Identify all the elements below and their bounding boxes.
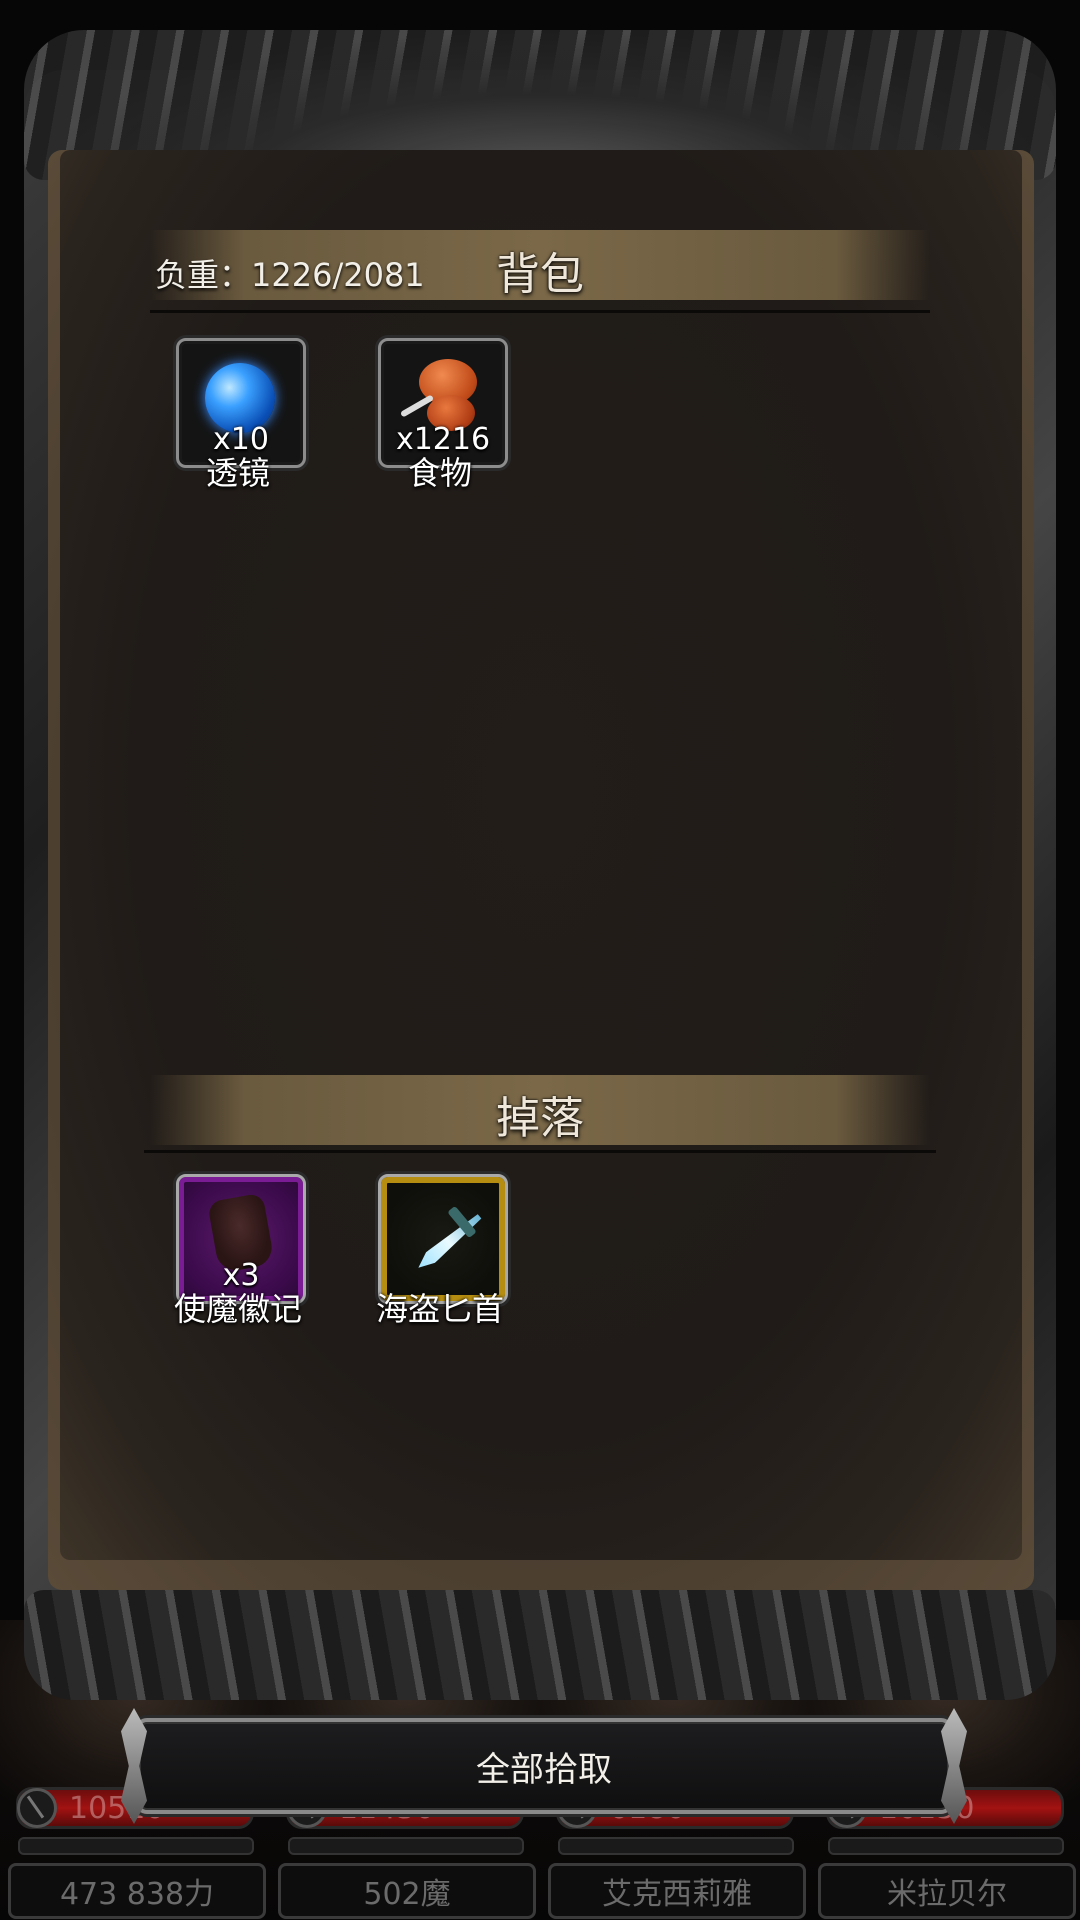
backpack-divider [150,310,930,313]
weight-label: 负重：1226/2081 [155,256,425,294]
drops-divider [144,1150,936,1153]
mp-bar [828,1837,1064,1855]
mp-bar [18,1837,254,1855]
party-name-3[interactable]: 艾克西莉雅 [548,1863,806,1919]
sword-icon [17,1788,57,1828]
mp-bar [288,1837,524,1855]
party-name-4[interactable]: 米拉贝尔 [818,1863,1076,1919]
party-name-2[interactable]: 502魔 [278,1863,536,1919]
mp-bar [558,1837,794,1855]
item-name: 透镜 [205,454,270,492]
item-name: 海盗匕首 [375,1290,504,1328]
item-name: 使魔徽记 [173,1290,302,1328]
dagger-icon [414,1211,484,1273]
drops-title: 掉落 [496,1093,584,1144]
party-name-1[interactable]: 473 838力 [8,1863,266,1919]
item-name: 食物 [407,454,472,492]
pickup-all-button[interactable]: 全部拾取 [135,1718,953,1814]
